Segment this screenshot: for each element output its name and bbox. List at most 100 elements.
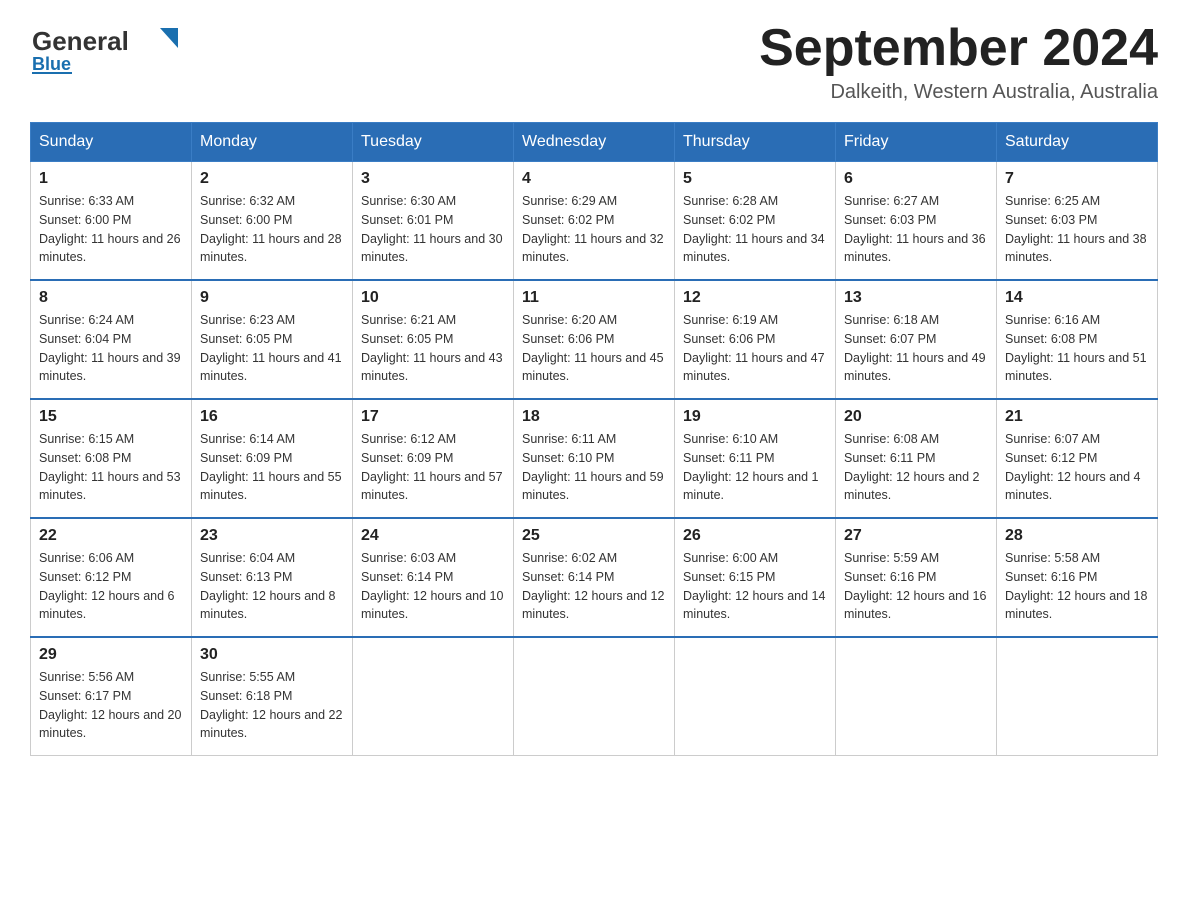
day-info: Sunrise: 6:04 AMSunset: 6:13 PMDaylight:… — [200, 549, 344, 624]
day-number: 28 — [1005, 527, 1149, 545]
calendar-week-row: 8Sunrise: 6:24 AMSunset: 6:04 PMDaylight… — [31, 280, 1158, 399]
day-number: 16 — [200, 408, 344, 426]
title-area: September 2024 Dalkeith, Western Austral… — [759, 20, 1158, 104]
day-number: 25 — [522, 527, 666, 545]
day-number: 3 — [361, 170, 505, 188]
calendar-day-cell: 16Sunrise: 6:14 AMSunset: 6:09 PMDayligh… — [192, 399, 353, 518]
calendar-day-cell: 18Sunrise: 6:11 AMSunset: 6:10 PMDayligh… — [514, 399, 675, 518]
day-number: 20 — [844, 408, 988, 426]
calendar-day-cell: 2 Sunrise: 6:32 AMSunset: 6:00 PMDaylight… — [192, 162, 353, 281]
calendar-day-cell: 13 Sunrise: 6:18 AMSunset: 6:07 PMDayligh… — [836, 280, 997, 399]
calendar-day-cell: 4 Sunrise: 6:29 AMSunset: 6:02 PMDaylight… — [514, 162, 675, 281]
day-info: Sunrise: 6:16 AMSunset: 6:08 PMDaylight:… — [1005, 311, 1149, 386]
day-number: 10 — [361, 289, 505, 307]
weekday-header-friday: Friday — [836, 123, 997, 162]
day-info: Sunrise: 6:08 AMSunset: 6:11 PMDaylight:… — [844, 430, 988, 505]
calendar-day-cell: 5 Sunrise: 6:28 AMSunset: 6:02 PMDaylight… — [675, 162, 836, 281]
calendar-week-row: 15 Sunrise: 6:15 AMSunset: 6:08 PMDayligh… — [31, 399, 1158, 518]
calendar-subtitle: Dalkeith, Western Australia, Australia — [759, 81, 1158, 104]
day-info: Sunrise: 6:25 AMSunset: 6:03 PMDaylight:… — [1005, 192, 1149, 267]
calendar-day-cell: 26Sunrise: 6:00 AMSunset: 6:15 PMDayligh… — [675, 518, 836, 637]
day-info: Sunrise: 6:11 AMSunset: 6:10 PMDaylight:… — [522, 430, 666, 505]
calendar-day-cell — [675, 637, 836, 756]
calendar-day-cell: 30 Sunrise: 5:55 AMSunset: 6:18 PMDayligh… — [192, 637, 353, 756]
calendar-day-cell: 8Sunrise: 6:24 AMSunset: 6:04 PMDaylight… — [31, 280, 192, 399]
day-info: Sunrise: 6:02 AMSunset: 6:14 PMDaylight:… — [522, 549, 666, 624]
day-number: 8 — [39, 289, 183, 307]
day-info: Sunrise: 6:20 AMSunset: 6:06 PMDaylight:… — [522, 311, 666, 386]
weekday-header-wednesday: Wednesday — [514, 123, 675, 162]
day-info: Sunrise: 6:12 AMSunset: 6:09 PMDaylight:… — [361, 430, 505, 505]
day-number: 19 — [683, 408, 827, 426]
day-number: 30 — [200, 646, 344, 664]
day-info: Sunrise: 6:00 AMSunset: 6:15 PMDaylight:… — [683, 549, 827, 624]
day-number: 6 — [844, 170, 988, 188]
day-number: 29 — [39, 646, 183, 664]
day-info: Sunrise: 6:19 AMSunset: 6:06 PMDaylight:… — [683, 311, 827, 386]
day-info: Sunrise: 6:03 AMSunset: 6:14 PMDaylight:… — [361, 549, 505, 624]
day-info: Sunrise: 6:27 AMSunset: 6:03 PMDaylight:… — [844, 192, 988, 267]
svg-text:General: General — [32, 26, 129, 56]
day-number: 22 — [39, 527, 183, 545]
weekday-header-row: SundayMondayTuesdayWednesdayThursdayFrid… — [31, 123, 1158, 162]
day-number: 14 — [1005, 289, 1149, 307]
calendar-title: September 2024 — [759, 20, 1158, 77]
calendar-week-row: 22 Sunrise: 6:06 AMSunset: 6:12 PMDayligh… — [31, 518, 1158, 637]
day-info: Sunrise: 6:29 AMSunset: 6:02 PMDaylight:… — [522, 192, 666, 267]
calendar-day-cell: 3 Sunrise: 6:30 AMSunset: 6:01 PMDaylight… — [353, 162, 514, 281]
day-number: 11 — [522, 289, 666, 307]
calendar-day-cell: 27 Sunrise: 5:59 AMSunset: 6:16 PMDayligh… — [836, 518, 997, 637]
calendar-day-cell — [514, 637, 675, 756]
calendar-day-cell: 23Sunrise: 6:04 AMSunset: 6:13 PMDayligh… — [192, 518, 353, 637]
day-number: 27 — [844, 527, 988, 545]
day-info: Sunrise: 6:23 AMSunset: 6:05 PMDaylight:… — [200, 311, 344, 386]
weekday-header-sunday: Sunday — [31, 123, 192, 162]
calendar-day-cell: 10 Sunrise: 6:21 AMSunset: 6:05 PMDayligh… — [353, 280, 514, 399]
day-info: Sunrise: 6:07 AMSunset: 6:12 PMDaylight:… — [1005, 430, 1149, 505]
day-number: 9 — [200, 289, 344, 307]
day-number: 2 — [200, 170, 344, 188]
weekday-header-tuesday: Tuesday — [353, 123, 514, 162]
calendar-day-cell: 29Sunrise: 5:56 AMSunset: 6:17 PMDayligh… — [31, 637, 192, 756]
calendar-day-cell: 24 Sunrise: 6:03 AMSunset: 6:14 PMDayligh… — [353, 518, 514, 637]
day-info: Sunrise: 6:10 AMSunset: 6:11 PMDaylight:… — [683, 430, 827, 505]
calendar-day-cell: 9 Sunrise: 6:23 AMSunset: 6:05 PMDaylight… — [192, 280, 353, 399]
day-info: Sunrise: 6:30 AMSunset: 6:01 PMDaylight:… — [361, 192, 505, 267]
day-number: 17 — [361, 408, 505, 426]
day-number: 24 — [361, 527, 505, 545]
calendar-table: SundayMondayTuesdayWednesdayThursdayFrid… — [30, 122, 1158, 756]
day-number: 13 — [844, 289, 988, 307]
logo: General Blue — [30, 20, 190, 75]
day-number: 4 — [522, 170, 666, 188]
day-info: Sunrise: 6:28 AMSunset: 6:02 PMDaylight:… — [683, 192, 827, 267]
calendar-day-cell: 7 Sunrise: 6:25 AMSunset: 6:03 PMDaylight… — [997, 162, 1158, 281]
day-number: 12 — [683, 289, 827, 307]
header: General Blue September 2024 Dalkeith, We… — [30, 20, 1158, 104]
calendar-day-cell — [353, 637, 514, 756]
day-number: 5 — [683, 170, 827, 188]
day-info: Sunrise: 6:32 AMSunset: 6:00 PMDaylight:… — [200, 192, 344, 267]
calendar-day-cell: 6 Sunrise: 6:27 AMSunset: 6:03 PMDaylight… — [836, 162, 997, 281]
svg-text:Blue: Blue — [32, 54, 71, 74]
weekday-header-thursday: Thursday — [675, 123, 836, 162]
calendar-day-cell: 28Sunrise: 5:58 AMSunset: 6:16 PMDayligh… — [997, 518, 1158, 637]
day-info: Sunrise: 5:59 AMSunset: 6:16 PMDaylight:… — [844, 549, 988, 624]
calendar-day-cell — [836, 637, 997, 756]
day-number: 7 — [1005, 170, 1149, 188]
day-info: Sunrise: 6:33 AMSunset: 6:00 PMDaylight:… — [39, 192, 183, 267]
calendar-day-cell: 17 Sunrise: 6:12 AMSunset: 6:09 PMDayligh… — [353, 399, 514, 518]
calendar-day-cell: 15 Sunrise: 6:15 AMSunset: 6:08 PMDayligh… — [31, 399, 192, 518]
calendar-day-cell — [997, 637, 1158, 756]
day-number: 15 — [39, 408, 183, 426]
day-info: Sunrise: 6:15 AMSunset: 6:08 PMDaylight:… — [39, 430, 183, 505]
day-info: Sunrise: 6:21 AMSunset: 6:05 PMDaylight:… — [361, 311, 505, 386]
calendar-day-cell: 11 Sunrise: 6:20 AMSunset: 6:06 PMDayligh… — [514, 280, 675, 399]
calendar-day-cell: 19 Sunrise: 6:10 AMSunset: 6:11 PMDayligh… — [675, 399, 836, 518]
day-number: 1 — [39, 170, 183, 188]
day-info: Sunrise: 6:18 AMSunset: 6:07 PMDaylight:… — [844, 311, 988, 386]
day-info: Sunrise: 6:06 AMSunset: 6:12 PMDaylight:… — [39, 549, 183, 624]
day-info: Sunrise: 5:55 AMSunset: 6:18 PMDaylight:… — [200, 668, 344, 743]
calendar-week-row: 29Sunrise: 5:56 AMSunset: 6:17 PMDayligh… — [31, 637, 1158, 756]
calendar-day-cell: 12 Sunrise: 6:19 AMSunset: 6:06 PMDayligh… — [675, 280, 836, 399]
calendar-day-cell: 1 Sunrise: 6:33 AMSunset: 6:00 PMDaylight… — [31, 162, 192, 281]
